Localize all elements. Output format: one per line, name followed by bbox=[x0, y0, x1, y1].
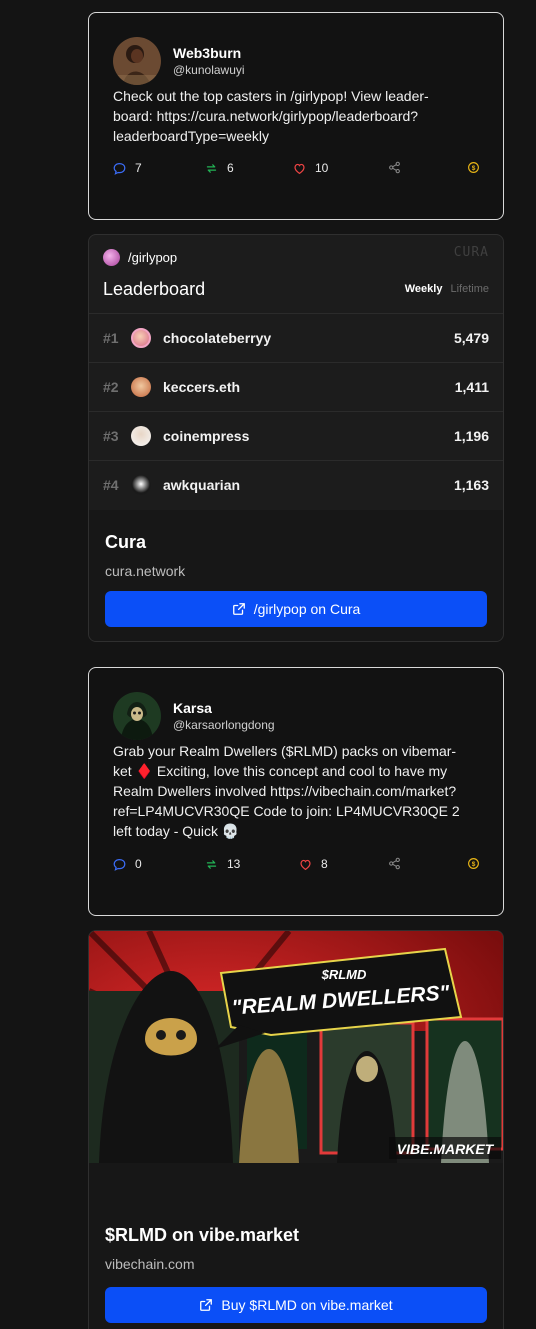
leaderboard-embed-card[interactable]: /girlypop CURA Leaderboard Weekly Lifeti… bbox=[88, 234, 504, 642]
leaderboard-row[interactable]: #2 keccers.eth 1,411 bbox=[89, 362, 503, 411]
share-button[interactable] bbox=[388, 161, 401, 174]
leaderboard-row[interactable]: #4 awkquarian 1,163 bbox=[89, 460, 503, 509]
recast-icon bbox=[206, 859, 217, 869]
recast-count: 6 bbox=[227, 161, 234, 175]
embed-domain: vibechain.com bbox=[105, 1256, 195, 1272]
buy-rlmd-button[interactable]: Buy $RLMD on vibe.market bbox=[105, 1287, 487, 1323]
author-handle[interactable]: @kunolawuyi bbox=[173, 62, 245, 78]
score: 1,196 bbox=[453, 428, 489, 444]
rank: #4 bbox=[103, 477, 119, 493]
username[interactable]: chocolateberryy bbox=[163, 330, 454, 346]
like-count: 8 bbox=[321, 857, 328, 871]
author-name[interactable]: Karsa bbox=[173, 699, 275, 717]
reply-count: 7 bbox=[135, 161, 142, 175]
username[interactable]: keccers.eth bbox=[163, 379, 455, 395]
share-icon bbox=[389, 161, 400, 174]
cta-label: Buy $RLMD on vibe.market bbox=[221, 1297, 393, 1313]
cast-header: Karsa @karsaorlongdong bbox=[113, 692, 275, 740]
leaderboard-title: Leaderboard bbox=[103, 279, 206, 299]
cta-label: /girlypop on Cura bbox=[253, 601, 361, 617]
embed-domain: cura.network bbox=[105, 563, 186, 579]
reply-icon bbox=[113, 162, 126, 175]
embed-footer: $RLMD on vibe.market vibechain.com Buy $… bbox=[89, 1163, 503, 1329]
avatar bbox=[131, 426, 151, 446]
rank: #1 bbox=[103, 330, 119, 346]
external-link-icon bbox=[200, 1299, 213, 1311]
embed-footer: Cura cura.network /girlypop on Cura bbox=[89, 510, 503, 641]
username[interactable]: awkquarian bbox=[163, 477, 454, 493]
like-button[interactable]: 8 bbox=[299, 857, 328, 871]
banner-ticker: $RLMD bbox=[321, 967, 367, 982]
recast-button[interactable]: 6 bbox=[205, 161, 234, 175]
heart-icon bbox=[300, 859, 311, 870]
score: 1,411 bbox=[454, 379, 489, 395]
tip-icon: $ bbox=[468, 162, 479, 173]
share-button[interactable] bbox=[388, 857, 401, 870]
vibe-market-embed-card[interactable]: $RLMD "REALM DWELLERS" VIBE.MARKET $RLMD… bbox=[88, 930, 504, 1329]
score: 5,479 bbox=[453, 330, 489, 346]
like-button[interactable]: 10 bbox=[293, 161, 328, 175]
leaderboard-row[interactable]: #1 chocolateberryy 5,479 bbox=[89, 313, 503, 362]
avatar[interactable] bbox=[113, 37, 161, 85]
recast-icon bbox=[206, 163, 217, 173]
author-handle[interactable]: @karsaorlongdong bbox=[173, 717, 275, 733]
tip-button[interactable]: $ bbox=[467, 161, 480, 174]
tip-icon: $ bbox=[468, 858, 479, 869]
recast-count: 13 bbox=[227, 857, 241, 871]
cast-header: Web3burn @kunolawuyi bbox=[113, 37, 245, 85]
cast-card-karsa[interactable]: Karsa @karsaorlongdong Grab your Realm D… bbox=[88, 667, 504, 916]
external-link-icon bbox=[232, 603, 245, 615]
tab-lifetime[interactable]: Lifetime bbox=[450, 283, 489, 295]
reply-button[interactable]: 7 bbox=[113, 161, 142, 175]
open-cura-button[interactable]: /girlypop on Cura bbox=[105, 591, 487, 627]
avatar bbox=[131, 377, 151, 397]
embed-title: Cura bbox=[105, 532, 147, 552]
svg-text:$: $ bbox=[472, 165, 476, 172]
avatar bbox=[131, 328, 151, 348]
svg-text:$: $ bbox=[472, 861, 476, 868]
leaderboard-tabs: Weekly Lifetime bbox=[405, 283, 489, 295]
share-icon bbox=[389, 857, 400, 870]
reply-count: 0 bbox=[135, 857, 142, 871]
cura-logo: CURA bbox=[453, 245, 489, 260]
realm-dwellers-banner-image[interactable]: $RLMD "REALM DWELLERS" VIBE.MARKET bbox=[89, 931, 503, 1163]
cast-card-web3burn[interactable]: Web3burn @kunolawuyi Check out the top c… bbox=[88, 12, 504, 220]
avatar[interactable] bbox=[113, 692, 161, 740]
banner-brand: VIBE.MARKET bbox=[397, 1141, 495, 1157]
like-count: 10 bbox=[315, 161, 329, 175]
rank: #3 bbox=[103, 428, 119, 444]
channel-name: /girlypop bbox=[128, 250, 178, 265]
cast-text: Grab your Realm Dwellers ($RLMD) packs o… bbox=[113, 743, 460, 839]
cast-text: Check out the top casters in /girlypop! … bbox=[113, 88, 429, 144]
author-name[interactable]: Web3burn bbox=[173, 44, 245, 62]
username[interactable]: coinempress bbox=[163, 428, 454, 444]
reply-icon bbox=[113, 858, 126, 871]
reply-button[interactable]: 0 bbox=[113, 857, 142, 871]
tab-weekly[interactable]: Weekly bbox=[405, 283, 443, 295]
avatar bbox=[131, 475, 151, 495]
leaderboard-row[interactable]: #3 coinempress 1,196 bbox=[89, 411, 503, 460]
cast-actions: 7 6 10 $ bbox=[113, 161, 479, 179]
score: 1,163 bbox=[453, 477, 489, 493]
heart-icon bbox=[294, 163, 305, 174]
embed-title: $RLMD on vibe.market bbox=[105, 1225, 300, 1245]
cast-actions: 0 13 8 $ bbox=[113, 857, 479, 875]
recast-button[interactable]: 13 bbox=[205, 857, 240, 871]
rank: #2 bbox=[103, 379, 119, 395]
tip-button[interactable]: $ bbox=[467, 857, 480, 870]
channel-avatar bbox=[103, 249, 120, 266]
channel-link[interactable]: /girlypop bbox=[103, 249, 177, 266]
